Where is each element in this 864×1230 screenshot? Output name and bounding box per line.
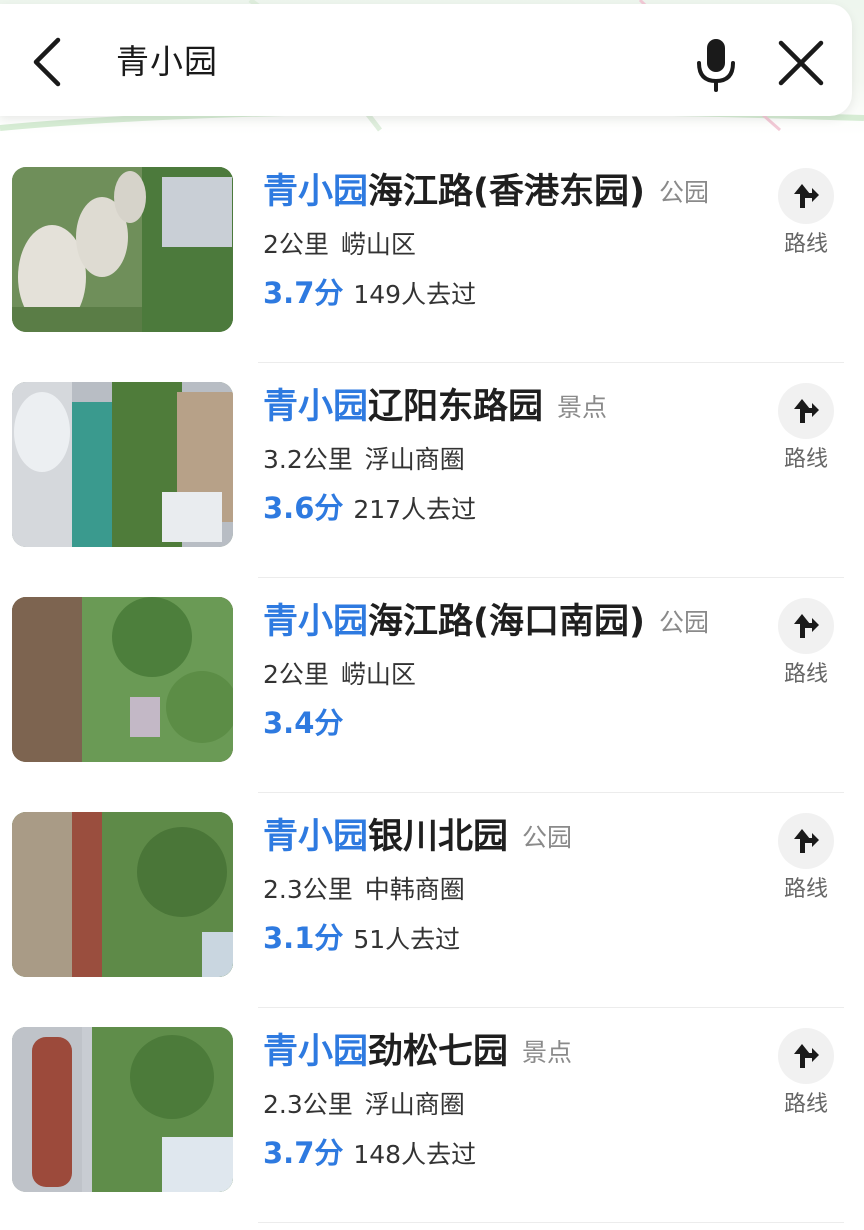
- result-title[interactable]: 青小园海江路(香港东园) 公园: [263, 166, 709, 218]
- result-item[interactable]: 青小园海江路(香港东园) 公园 2公里 崂山区 3.7分 149人去过 路线: [0, 148, 864, 363]
- visit-count: 51人去过: [353, 925, 461, 954]
- area-text: 崂山区: [340, 660, 416, 689]
- park-photo-thumbnail[interactable]: [12, 167, 233, 332]
- route-label[interactable]: 路线: [776, 445, 836, 475]
- rating-row: 3.6分 217人去过: [263, 487, 476, 534]
- park-photo-thumbnail[interactable]: [12, 597, 233, 762]
- route-arrow-icon: [794, 614, 819, 638]
- route-arrow-icon: [794, 829, 819, 853]
- result-title-highlight: 青小园: [263, 817, 369, 857]
- result-title-name: 海江路(海口南园): [368, 602, 646, 642]
- rating-score: 3.4分: [263, 706, 344, 740]
- park-photo-trees: [12, 597, 233, 762]
- result-title-name: 辽阳东路园: [368, 387, 544, 427]
- category-tag: 公园: [659, 608, 710, 637]
- route-label[interactable]: 路线: [776, 1090, 836, 1120]
- rating-row: 3.7分 149人去过: [263, 272, 476, 319]
- rating-score: 3.7分: [263, 1136, 344, 1170]
- close-icon[interactable]: [772, 34, 830, 92]
- result-title-name: 劲松七园: [368, 1032, 509, 1072]
- visit-count: 217人去过: [353, 495, 477, 524]
- park-photo-thumbnail[interactable]: [12, 1027, 233, 1192]
- result-title[interactable]: 青小园劲松七园 景点: [263, 1026, 572, 1078]
- result-item[interactable]: 青小园劲松七园 景点 2.3公里 浮山商圈 3.7分 148人去过 路线: [0, 1008, 864, 1223]
- route-button[interactable]: [778, 1028, 834, 1084]
- category-tag: 公园: [659, 178, 710, 207]
- result-title[interactable]: 青小园辽阳东路园 景点: [263, 381, 607, 433]
- result-meta: 2.3公里 浮山商圈: [263, 1088, 465, 1122]
- route-button[interactable]: [778, 168, 834, 224]
- rating-row: 3.1分 51人去过: [263, 917, 460, 964]
- result-title-highlight: 青小园: [263, 602, 369, 642]
- distance-text: 2公里: [263, 230, 329, 259]
- route-label[interactable]: 路线: [776, 660, 836, 690]
- result-item[interactable]: 青小园银川北园 公园 2.3公里 中韩商圈 3.1分 51人去过 路线: [0, 793, 864, 1008]
- area-text: 中韩商圈: [364, 875, 465, 904]
- distance-text: 2.3公里: [263, 875, 353, 904]
- results-list: 青小园海江路(香港东园) 公园 2公里 崂山区 3.7分 149人去过 路线 青…: [0, 148, 864, 1223]
- route-arrow-icon: [794, 399, 819, 423]
- result-title[interactable]: 青小园银川北园 公园: [263, 811, 572, 863]
- route-button[interactable]: [778, 598, 834, 654]
- back-arrow-icon[interactable]: [22, 32, 74, 92]
- route-arrow-icon: [794, 184, 819, 208]
- area-text: 浮山商圈: [364, 1090, 465, 1119]
- route-arrow-icon: [794, 1044, 819, 1068]
- rating-row: 3.7分 148人去过: [263, 1132, 476, 1179]
- category-tag: 公园: [522, 823, 573, 852]
- park-photo-path: [12, 812, 233, 977]
- route-button[interactable]: [778, 813, 834, 869]
- visit-count: 149人去过: [353, 280, 477, 309]
- result-item[interactable]: 青小园海江路(海口南园) 公园 2公里 崂山区 3.4分 路线: [0, 578, 864, 793]
- result-item[interactable]: 青小园辽阳东路园 景点 3.2公里 浮山商圈 3.6分 217人去过 路线: [0, 363, 864, 578]
- result-meta: 2公里 崂山区: [263, 658, 416, 692]
- route-label[interactable]: 路线: [776, 875, 836, 905]
- search-bar: 青小园: [0, 4, 852, 116]
- area-text: 浮山商圈: [364, 445, 465, 474]
- visit-count: 148人去过: [353, 1140, 477, 1169]
- divider: [258, 1222, 844, 1223]
- rating-row: 3.4分: [263, 702, 353, 749]
- park-photo-playground: [12, 382, 233, 547]
- category-tag: 景点: [557, 393, 608, 422]
- distance-text: 2公里: [263, 660, 329, 689]
- search-input[interactable]: 青小园: [116, 40, 218, 84]
- result-meta: 2.3公里 中韩商圈: [263, 873, 465, 907]
- result-title-name: 海江路(香港东园): [368, 172, 646, 212]
- route-button[interactable]: [778, 383, 834, 439]
- park-photo-thumbnail[interactable]: [12, 812, 233, 977]
- microphone-icon[interactable]: [688, 34, 744, 94]
- result-title-name: 银川北园: [368, 817, 509, 857]
- rating-score: 3.6分: [263, 491, 344, 525]
- rating-score: 3.7分: [263, 276, 344, 310]
- result-meta: 3.2公里 浮山商圈: [263, 443, 465, 477]
- rating-score: 3.1分: [263, 921, 344, 955]
- distance-text: 3.2公里: [263, 445, 353, 474]
- result-title-highlight: 青小园: [263, 387, 369, 427]
- result-title-highlight: 青小园: [263, 172, 369, 212]
- park-photo-thumbnail[interactable]: [12, 382, 233, 547]
- park-photo-stepping-stones: [12, 167, 233, 332]
- park-photo-bench: [12, 1027, 233, 1192]
- distance-text: 2.3公里: [263, 1090, 353, 1119]
- result-meta: 2公里 崂山区: [263, 228, 416, 262]
- category-tag: 景点: [522, 1038, 573, 1067]
- area-text: 崂山区: [340, 230, 416, 259]
- route-label[interactable]: 路线: [776, 230, 836, 260]
- result-title[interactable]: 青小园海江路(海口南园) 公园: [263, 596, 709, 648]
- result-title-highlight: 青小园: [263, 1032, 369, 1072]
